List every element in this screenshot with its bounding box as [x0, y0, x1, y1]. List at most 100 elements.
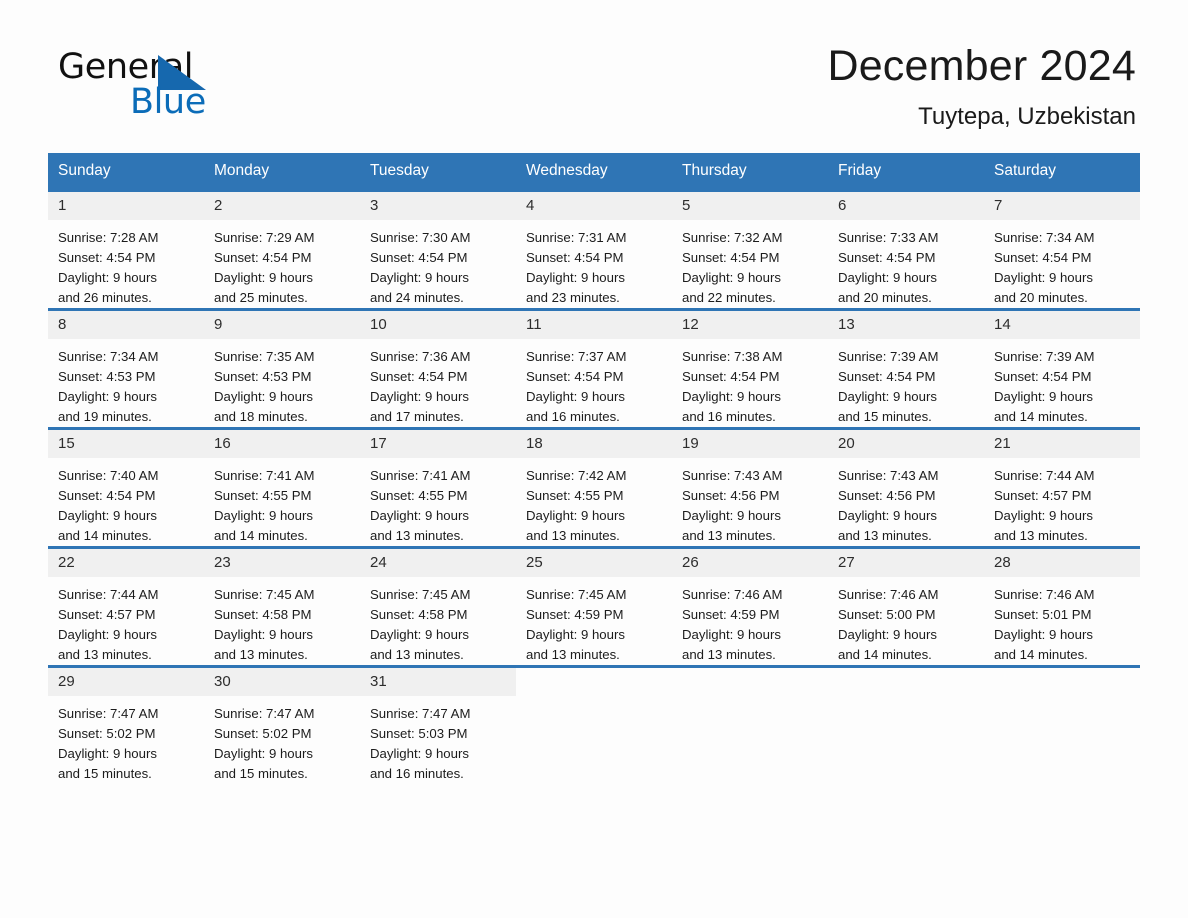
day-info: Sunrise: 7:45 AM Sunset: 4:58 PM Daylight:… — [360, 577, 516, 665]
day-number: 9 — [204, 310, 360, 339]
brand-logo[interactable]: General Blue — [56, 44, 256, 124]
day-cell-inner: 19 Sunrise: 7:43 AM Sunset: 4:56 PM Dayligh… — [672, 429, 828, 546]
day-number: 8 — [48, 310, 204, 339]
day-cell-inner: 14 Sunrise: 7:39 AM Sunset: 4:54 PM Dayligh… — [984, 310, 1140, 427]
day-info: Sunrise: 7:36 AM Sunset: 4:54 PM Daylight:… — [360, 339, 516, 427]
calendar-week-row: 29 Sunrise: 7:47 AM Sunset: 5:02 PM Dayligh… — [48, 667, 1140, 784]
day-number: 11 — [516, 310, 672, 339]
calendar-day-cell[interactable]: 16 Sunrise: 7:41 AM Sunset: 4:55 PM Dayligh… — [204, 429, 360, 546]
calendar-day-cell[interactable]: 12 Sunrise: 7:38 AM Sunset: 4:54 PM Dayligh… — [672, 310, 828, 427]
calendar-day-cell[interactable]: 11 Sunrise: 7:37 AM Sunset: 4:54 PM Dayligh… — [516, 310, 672, 427]
day-cell-inner: 17 Sunrise: 7:41 AM Sunset: 4:55 PM Dayligh… — [360, 429, 516, 546]
daylight-text-line2: and 20 minutes. — [994, 289, 1088, 305]
calendar-header-row: Sunday Monday Tuesday Wednesday Thursday Frid… — [48, 152, 1140, 189]
daylight-text-line2: and 23 minutes. — [526, 289, 620, 305]
day-cell-inner: 8 Sunrise: 7:34 AM Sunset: 4:53 PM Daylight… — [48, 310, 204, 427]
daylight-text-line2: and 22 minutes. — [682, 289, 776, 305]
day-cell-inner: 29 Sunrise: 7:47 AM Sunset: 5:02 PM Dayligh… — [48, 667, 204, 784]
sunset-text: Sunset: 5:00 PM — [838, 606, 936, 622]
day-info: Sunrise: 7:32 AM Sunset: 4:54 PM Daylight:… — [672, 220, 828, 308]
day-cell-inner: 16 Sunrise: 7:41 AM Sunset: 4:55 PM Dayligh… — [204, 429, 360, 546]
daylight-text-line2: and 24 minutes. — [370, 289, 464, 305]
sunset-text: Sunset: 4:54 PM — [838, 368, 936, 384]
calendar-container: Sunday Monday Tuesday Wednesday Thursday Frid… — [48, 152, 1140, 784]
calendar-day-cell[interactable]: 5 Sunrise: 7:32 AM Sunset: 4:54 PM Daylight… — [672, 191, 828, 308]
daylight-text-line2: and 13 minutes. — [370, 527, 464, 543]
calendar-day-cell[interactable]: 3 Sunrise: 7:30 AM Sunset: 4:54 PM Daylight… — [360, 191, 516, 308]
day-info: Sunrise: 7:43 AM Sunset: 4:56 PM Daylight:… — [828, 458, 984, 546]
day-cell-inner: 12 Sunrise: 7:38 AM Sunset: 4:54 PM Dayligh… — [672, 310, 828, 427]
day-number: 14 — [984, 310, 1140, 339]
daylight-text-line2: and 14 minutes. — [838, 646, 932, 662]
daylight-text-line2: and 14 minutes. — [994, 646, 1088, 662]
daylight-text-line1: Daylight: 9 hours — [682, 388, 781, 404]
calendar-day-cell[interactable]: 15 Sunrise: 7:40 AM Sunset: 4:54 PM Dayligh… — [48, 429, 204, 546]
daylight-text-line2: and 14 minutes. — [58, 527, 152, 543]
calendar-day-cell[interactable]: 2 Sunrise: 7:29 AM Sunset: 4:54 PM Daylight… — [204, 191, 360, 308]
daylight-text-line2: and 13 minutes. — [526, 527, 620, 543]
day-number: 23 — [204, 548, 360, 577]
calendar-day-cell[interactable]: 29 Sunrise: 7:47 AM Sunset: 5:02 PM Dayligh… — [48, 667, 204, 784]
day-cell-inner: 3 Sunrise: 7:30 AM Sunset: 4:54 PM Daylight… — [360, 191, 516, 308]
calendar-day-cell[interactable]: 14 Sunrise: 7:39 AM Sunset: 4:54 PM Dayligh… — [984, 310, 1140, 427]
day-number: 20 — [828, 429, 984, 458]
sunrise-text: Sunrise: 7:30 AM — [370, 229, 471, 245]
calendar-day-cell[interactable]: 25 Sunrise: 7:45 AM Sunset: 4:59 PM Dayligh… — [516, 548, 672, 665]
calendar-day-cell[interactable]: 23 Sunrise: 7:45 AM Sunset: 4:58 PM Dayligh… — [204, 548, 360, 665]
calendar-day-cell[interactable]: 24 Sunrise: 7:45 AM Sunset: 4:58 PM Dayligh… — [360, 548, 516, 665]
sunset-text: Sunset: 5:01 PM — [994, 606, 1092, 622]
calendar-day-cell[interactable]: 28 Sunrise: 7:46 AM Sunset: 5:01 PM Dayligh… — [984, 548, 1140, 665]
day-number — [516, 667, 672, 696]
weekday-header-thursday: Thursday — [672, 152, 828, 189]
daylight-text-line2: and 15 minutes. — [838, 408, 932, 424]
calendar-day-cell[interactable]: 18 Sunrise: 7:42 AM Sunset: 4:55 PM Dayligh… — [516, 429, 672, 546]
daylight-text-line2: and 18 minutes. — [214, 408, 308, 424]
calendar-day-cell[interactable]: 21 Sunrise: 7:44 AM Sunset: 4:57 PM Dayligh… — [984, 429, 1140, 546]
day-info: Sunrise: 7:34 AM Sunset: 4:53 PM Daylight:… — [48, 339, 204, 427]
sunrise-text: Sunrise: 7:34 AM — [994, 229, 1095, 245]
daylight-text-line1: Daylight: 9 hours — [58, 269, 157, 285]
daylight-text-line2: and 13 minutes. — [682, 527, 776, 543]
calendar-day-cell[interactable]: 20 Sunrise: 7:43 AM Sunset: 4:56 PM Dayligh… — [828, 429, 984, 546]
calendar-day-cell[interactable]: 30 Sunrise: 7:47 AM Sunset: 5:02 PM Dayligh… — [204, 667, 360, 784]
calendar-day-cell[interactable]: 13 Sunrise: 7:39 AM Sunset: 4:54 PM Dayligh… — [828, 310, 984, 427]
daylight-text-line2: and 13 minutes. — [214, 646, 308, 662]
calendar-table: Sunday Monday Tuesday Wednesday Thursday Frid… — [48, 152, 1140, 784]
calendar-day-cell[interactable]: 10 Sunrise: 7:36 AM Sunset: 4:54 PM Dayligh… — [360, 310, 516, 427]
day-cell-inner: 7 Sunrise: 7:34 AM Sunset: 4:54 PM Daylight… — [984, 191, 1140, 308]
daylight-text-line2: and 13 minutes. — [682, 646, 776, 662]
daylight-text-line2: and 20 minutes. — [838, 289, 932, 305]
calendar-day-cell[interactable]: 4 Sunrise: 7:31 AM Sunset: 4:54 PM Daylight… — [516, 191, 672, 308]
calendar-day-cell[interactable]: 8 Sunrise: 7:34 AM Sunset: 4:53 PM Daylight… — [48, 310, 204, 427]
calendar-day-cell[interactable]: 26 Sunrise: 7:46 AM Sunset: 4:59 PM Dayligh… — [672, 548, 828, 665]
sunrise-text: Sunrise: 7:38 AM — [682, 348, 783, 364]
calendar-day-cell[interactable]: 17 Sunrise: 7:41 AM Sunset: 4:55 PM Dayligh… — [360, 429, 516, 546]
daylight-text-line1: Daylight: 9 hours — [838, 626, 937, 642]
calendar-day-cell[interactable]: 7 Sunrise: 7:34 AM Sunset: 4:54 PM Daylight… — [984, 191, 1140, 308]
calendar-day-cell[interactable]: 6 Sunrise: 7:33 AM Sunset: 4:54 PM Daylight… — [828, 191, 984, 308]
calendar-day-cell-empty — [672, 667, 828, 784]
day-number: 28 — [984, 548, 1140, 577]
calendar-day-cell[interactable]: 27 Sunrise: 7:46 AM Sunset: 5:00 PM Dayligh… — [828, 548, 984, 665]
sunset-text: Sunset: 5:02 PM — [214, 725, 312, 741]
daylight-text-line1: Daylight: 9 hours — [370, 745, 469, 761]
daylight-text-line1: Daylight: 9 hours — [58, 507, 157, 523]
day-number: 10 — [360, 310, 516, 339]
calendar-day-cell[interactable]: 1 Sunrise: 7:28 AM Sunset: 4:54 PM Daylight… — [48, 191, 204, 308]
weekday-header-saturday: Saturday — [984, 152, 1140, 189]
day-info: Sunrise: 7:39 AM Sunset: 4:54 PM Daylight:… — [828, 339, 984, 427]
calendar-day-cell-empty — [828, 667, 984, 784]
day-info: Sunrise: 7:47 AM Sunset: 5:02 PM Daylight:… — [48, 696, 204, 784]
calendar-day-cell[interactable]: 9 Sunrise: 7:35 AM Sunset: 4:53 PM Daylight… — [204, 310, 360, 427]
calendar-day-cell[interactable]: 19 Sunrise: 7:43 AM Sunset: 4:56 PM Dayligh… — [672, 429, 828, 546]
day-info: Sunrise: 7:39 AM Sunset: 4:54 PM Daylight:… — [984, 339, 1140, 427]
daylight-text-line1: Daylight: 9 hours — [58, 745, 157, 761]
daylight-text-line1: Daylight: 9 hours — [370, 507, 469, 523]
day-number: 5 — [672, 191, 828, 220]
day-cell-inner: 30 Sunrise: 7:47 AM Sunset: 5:02 PM Dayligh… — [204, 667, 360, 784]
calendar-day-cell[interactable]: 31 Sunrise: 7:47 AM Sunset: 5:03 PM Dayligh… — [360, 667, 516, 784]
calendar-day-cell[interactable]: 22 Sunrise: 7:44 AM Sunset: 4:57 PM Dayligh… — [48, 548, 204, 665]
daylight-text-line2: and 13 minutes. — [370, 646, 464, 662]
sunrise-text: Sunrise: 7:45 AM — [214, 586, 315, 602]
day-cell-inner: 5 Sunrise: 7:32 AM Sunset: 4:54 PM Daylight… — [672, 191, 828, 308]
